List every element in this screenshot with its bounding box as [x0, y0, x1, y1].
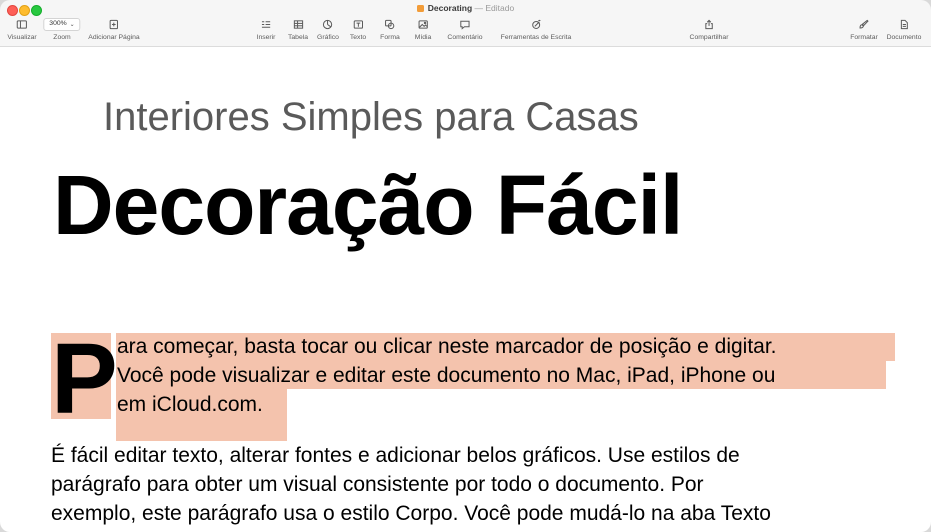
table-label: Tabela	[287, 34, 309, 41]
body-text-line[interactable]: exemplo, este parágrafo usa o estilo Cor…	[51, 503, 771, 524]
window-title: Decorating — Editado	[0, 3, 931, 13]
shape-icon	[384, 17, 395, 32]
share-button[interactable]: Compartilhar	[689, 17, 729, 41]
document-label: Documento	[886, 34, 922, 41]
pages-window: Decorating — Editado Visualizar 300% ⌄ Zo…	[0, 0, 931, 532]
photo-icon	[418, 17, 429, 32]
placeholder-text-line[interactable]: em iCloud.com.	[117, 394, 263, 415]
comment-button[interactable]: Comentário	[447, 17, 483, 41]
zoom-select[interactable]: 300% ⌄	[43, 18, 81, 31]
text-label: Texto	[349, 34, 367, 41]
text-box-button[interactable]: Texto	[350, 17, 366, 41]
comment-label: Comentário	[447, 34, 483, 41]
view-label: Visualizar	[7, 34, 37, 41]
shape-label: Forma	[380, 34, 400, 41]
table-icon	[293, 17, 304, 32]
document-name: Decorating	[427, 3, 473, 13]
placeholder-text-line[interactable]: ara começar, basta tocar ou clicar neste…	[117, 336, 777, 357]
media-button[interactable]: Mídia	[414, 17, 432, 41]
toolbar: Decorating — Editado Visualizar 300% ⌄ Zo…	[0, 0, 931, 47]
add-page-icon	[108, 17, 119, 32]
zoom-value: 300%	[49, 20, 67, 28]
body-text-line[interactable]: É fácil editar texto, alterar fontes e a…	[51, 445, 740, 466]
view-button[interactable]: Visualizar	[7, 17, 37, 41]
chevron-down-icon: ⌄	[69, 21, 75, 28]
placeholder-text-line[interactable]: Você pode visualizar e editar este docum…	[117, 365, 775, 386]
writing-tools-label: Ferramentas de Escrita	[500, 34, 572, 41]
writing-tools-button[interactable]: Ferramentas de Escrita	[500, 17, 572, 41]
add-page-label: Adicionar Página	[88, 34, 140, 41]
sidebar-icon	[16, 17, 28, 32]
share-icon	[704, 17, 715, 32]
document-status: — Editado	[474, 3, 515, 13]
zoom-label: Zoom	[53, 34, 71, 41]
insert-button[interactable]: Inserir	[256, 17, 276, 41]
comment-icon	[459, 17, 470, 32]
document-button[interactable]: Documento	[886, 17, 922, 41]
document-canvas[interactable]: Interiores Simples para Casas Decoração …	[0, 47, 931, 532]
insert-label: Inserir	[256, 34, 276, 41]
zoom-control[interactable]: 300% ⌄ Zoom	[43, 17, 81, 41]
drop-cap[interactable]: P	[51, 329, 118, 429]
shape-button[interactable]: Forma	[380, 17, 400, 41]
text-box-icon	[353, 17, 364, 32]
format-button[interactable]: Formatar	[850, 17, 878, 41]
share-label: Compartilhar	[689, 34, 729, 41]
pie-chart-icon	[322, 17, 333, 32]
add-page-button[interactable]: Adicionar Página	[88, 17, 140, 41]
document-subtitle[interactable]: Interiores Simples para Casas	[103, 97, 639, 137]
insert-list-icon	[260, 17, 271, 32]
chart-button[interactable]: Gráfico	[317, 17, 339, 41]
table-button[interactable]: Tabela	[288, 17, 308, 41]
paintbrush-icon	[858, 17, 869, 32]
pages-document-icon	[416, 5, 424, 12]
document-headline[interactable]: Decoração Fácil	[53, 163, 683, 247]
media-label: Mídia	[414, 34, 432, 41]
document-icon	[898, 17, 909, 32]
format-label: Formatar	[850, 34, 878, 41]
body-text-line[interactable]: parágrafo para obter um visual consisten…	[51, 474, 704, 495]
writing-tools-icon	[530, 17, 541, 32]
chart-label: Gráfico	[317, 34, 339, 41]
